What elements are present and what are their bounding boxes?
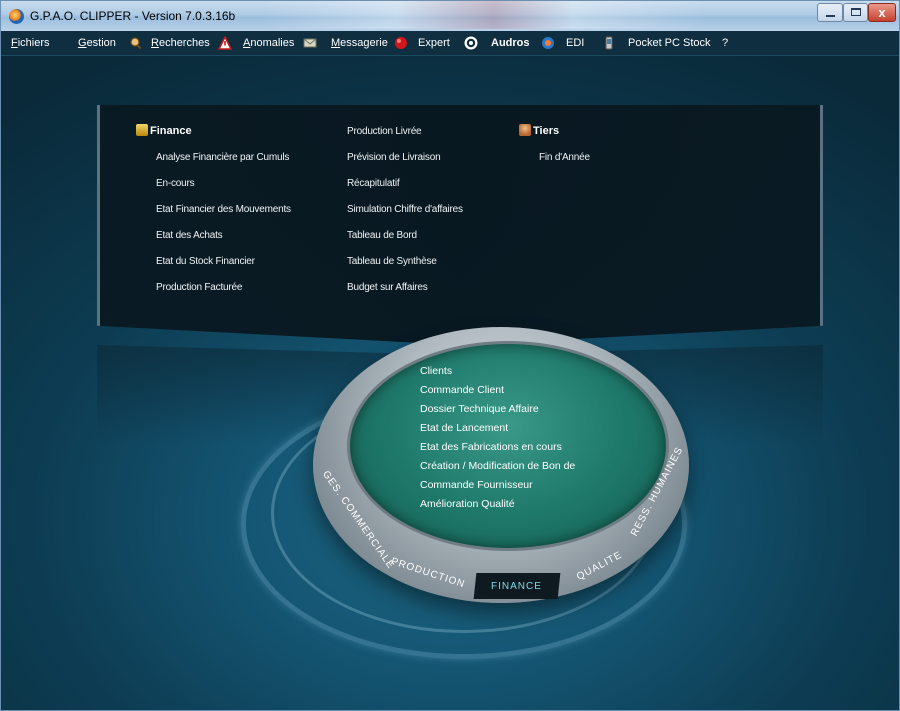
audros-icon	[464, 36, 478, 50]
segment-finance[interactable]: FINANCE	[491, 581, 542, 592]
wheel-item-amelioration-qualite[interactable]: Amélioration Qualité	[420, 498, 584, 510]
minimize-button[interactable]	[817, 3, 843, 22]
wheel-item-dossier-technique[interactable]: Dossier Technique Affaire	[420, 403, 584, 415]
category-finance[interactable]: Finance	[136, 124, 192, 137]
app-icon[interactable]	[9, 9, 24, 24]
link-recapitulatif[interactable]: Récapitulatif	[347, 178, 400, 189]
wheel-item-etat-fabrications[interactable]: Etat des Fabrications en cours	[420, 441, 584, 453]
application-window: G.P.A.O. CLIPPER - Version 7.0.3.16b x F…	[0, 0, 900, 711]
wheel-item-bon-de[interactable]: Création / Modification de Bon de	[420, 460, 584, 472]
title-bar[interactable]: G.P.A.O. CLIPPER - Version 7.0.3.16b x	[1, 1, 899, 31]
menu-messagerie[interactable]: Messagerie	[331, 37, 388, 49]
wheel-item-etat-lancement[interactable]: Etat de Lancement	[420, 422, 584, 434]
edi-icon	[542, 37, 554, 49]
expert-icon	[395, 37, 407, 49]
category-finance-label: Finance	[150, 125, 192, 137]
menu-gestion[interactable]: Gestion	[78, 37, 116, 49]
wheel-item-commande-fournisseur[interactable]: Commande Fournisseur	[420, 479, 584, 491]
link-production-facturee[interactable]: Production Facturée	[156, 282, 242, 293]
messaging-icon	[303, 38, 317, 48]
link-prevision-livraison[interactable]: Prévision de Livraison	[347, 152, 441, 163]
pocket-pc-icon	[605, 36, 613, 50]
minimize-icon	[826, 15, 835, 17]
menu-audros[interactable]: Audros	[491, 37, 530, 49]
link-analyse-financiere[interactable]: Analyse Financière par Cumuls	[156, 152, 289, 163]
link-budget-sur-affaires[interactable]: Budget sur Affaires	[347, 282, 428, 293]
link-production-livree[interactable]: Production Livrée	[347, 126, 422, 137]
search-icon	[130, 37, 142, 50]
menu-anomalies[interactable]: Anomalies	[243, 37, 294, 49]
link-etat-achats[interactable]: Etat des Achats	[156, 230, 223, 241]
warning-icon	[218, 36, 232, 50]
menu-edi[interactable]: EDI	[566, 37, 584, 49]
menu-help[interactable]: ?	[722, 37, 728, 49]
category-tiers[interactable]: Tiers	[519, 124, 559, 137]
menu-recherches[interactable]: Recherches	[151, 37, 210, 49]
maximize-icon	[851, 8, 861, 16]
link-tableau-de-bord[interactable]: Tableau de Bord	[347, 230, 417, 241]
close-button[interactable]: x	[868, 3, 896, 22]
menu-pocket-pc-stock[interactable]: Pocket PC Stock	[628, 37, 711, 49]
menu-panel	[97, 105, 823, 345]
wheel-item-clients[interactable]: Clients	[420, 365, 584, 377]
title-bar-glow	[265, 1, 705, 29]
menu-expert[interactable]: Expert	[418, 37, 450, 49]
maximize-button[interactable]	[843, 3, 868, 22]
menu-bar: Fichiers Gestion Recherches Anomalies Me…	[1, 31, 899, 56]
finance-icon	[136, 124, 148, 136]
link-tableau-de-synthese[interactable]: Tableau de Synthèse	[347, 256, 437, 267]
link-etat-stock-financier[interactable]: Etat du Stock Financier	[156, 256, 255, 267]
window-title: G.P.A.O. CLIPPER - Version 7.0.3.16b	[30, 9, 236, 23]
wheel-item-commande-client[interactable]: Commande Client	[420, 384, 584, 396]
link-etat-financier-mouvements[interactable]: Etat Financier des Mouvements	[156, 204, 291, 215]
link-en-cours[interactable]: En-cours	[156, 178, 195, 189]
close-icon: x	[878, 5, 886, 20]
link-fin-d-annee[interactable]: Fin d'Année	[539, 152, 590, 163]
menu-fichiers[interactable]: Fichiers	[11, 37, 50, 49]
tiers-icon	[519, 124, 531, 136]
link-simulation-chiffre-affaires[interactable]: Simulation Chiffre d'affaires	[347, 204, 463, 215]
category-tiers-label: Tiers	[533, 125, 560, 137]
